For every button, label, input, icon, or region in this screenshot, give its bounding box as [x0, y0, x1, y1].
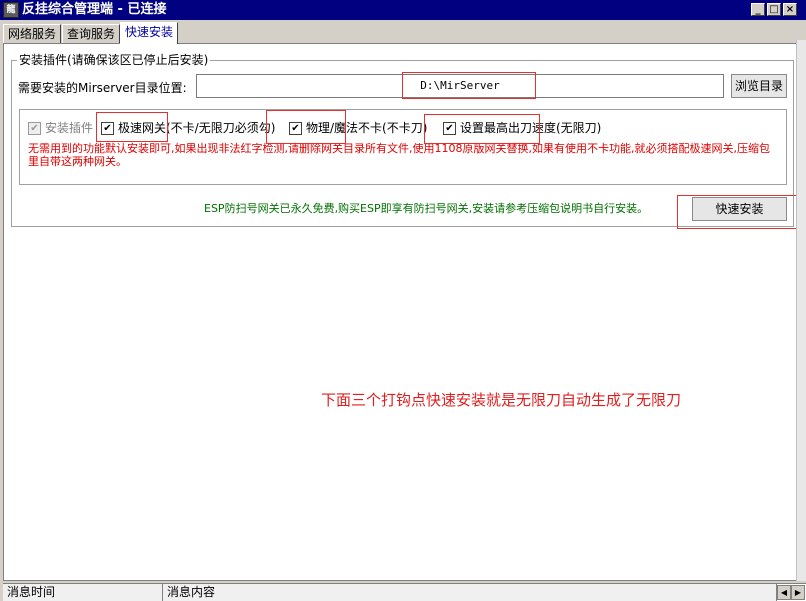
group-title: 安装插件(请确保该区已停止后安装) — [17, 52, 211, 68]
vertical-scrollbar[interactable] — [796, 40, 806, 581]
minimize-button[interactable]: _ — [751, 3, 765, 16]
dir-label: 需要安装的Mirserver目录位置: — [18, 81, 187, 95]
annotation-box-attack-speed — [424, 114, 540, 144]
esp-note: ESP防扫号网关已永久免费,购买ESP即享有防扫号网关,安装请参考压缩包说明书自… — [204, 202, 649, 215]
app-icon: 龍 — [3, 2, 19, 18]
install-plugin-label: 安装插件 — [45, 121, 94, 135]
browse-directory-button[interactable]: 浏览目录 — [731, 74, 787, 98]
annotation-box-fast-gateway — [96, 112, 168, 142]
install-plugin-checkbox: ✔ — [28, 122, 41, 135]
message-list-header: 消息时间 消息内容 ◀ ▶ — [3, 583, 806, 601]
annotation-text: 下面三个打钩点快速安装就是无限刀自动生成了无限刀 — [321, 391, 682, 409]
maximize-button[interactable]: □ — [767, 3, 781, 16]
title-bar: 龍 反挂综合管理端 - 已连接 _ □ × — [0, 0, 806, 20]
tab-quick-install[interactable]: 快速安装 — [120, 22, 179, 44]
scroll-left-icon[interactable]: ◀ — [777, 585, 791, 600]
close-button[interactable]: × — [783, 3, 797, 16]
install-plugin-option: ✔ 安装插件 — [28, 120, 93, 136]
window-title: 反挂综合管理端 - 已连接 — [22, 2, 167, 17]
column-message-content[interactable]: 消息内容 — [163, 584, 777, 601]
annotation-box-quick-install — [677, 195, 799, 229]
column-message-time[interactable]: 消息时间 — [3, 584, 163, 601]
scroll-right-icon[interactable]: ▶ — [791, 585, 805, 600]
warning-text: 无需用到的功能默认安装即可,如果出现非法红字检测,请删除网关目录所有文件,使用1… — [28, 142, 770, 168]
tab-network-service[interactable]: 网络服务 — [3, 24, 62, 43]
tab-query-service[interactable]: 查询服务 — [62, 24, 121, 43]
annotation-box-no-lag — [266, 110, 346, 144]
annotation-box-dir — [402, 72, 536, 99]
